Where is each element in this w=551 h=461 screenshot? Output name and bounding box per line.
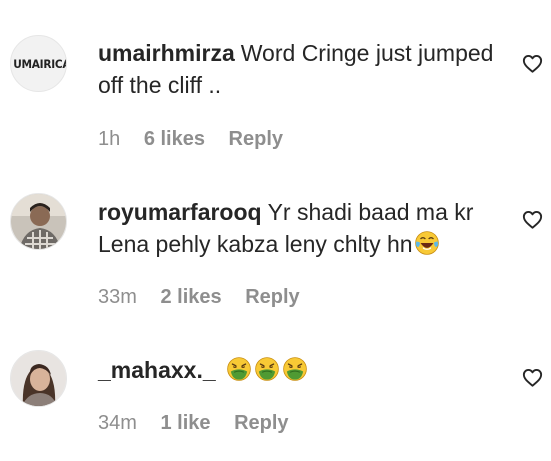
comment-meta: 1h 6 likes Reply [98, 128, 301, 151]
comment-body: royumarfarooq Yr shadi baad ma kr Lena pe… [98, 196, 518, 260]
comment-username[interactable]: umairhmirza [98, 40, 235, 66]
nauseated-face-icon [282, 357, 307, 381]
heart-outline-icon[interactable] [522, 368, 543, 387]
avatar-photo [11, 194, 66, 249]
heart-outline-icon[interactable] [522, 210, 543, 229]
avatar[interactable] [10, 350, 67, 407]
comment-likes[interactable]: 6 likes [144, 128, 205, 150]
nauseated-face-icon [254, 357, 279, 381]
avatar-logo-text: UMAIRICA [13, 57, 67, 71]
heart-outline-icon[interactable] [522, 54, 543, 73]
avatar[interactable]: UMAIRICA [10, 35, 67, 92]
comment-time[interactable]: 33m [98, 286, 137, 308]
comment-likes[interactable]: 1 like [160, 412, 210, 434]
comment-time[interactable]: 1h [98, 128, 120, 150]
reply-button[interactable]: Reply [245, 286, 299, 308]
avatar-photo [11, 351, 66, 406]
reply-button[interactable]: Reply [234, 412, 288, 434]
comment-time[interactable]: 34m [98, 412, 137, 434]
comment-username[interactable]: royumarfarooq [98, 199, 262, 225]
face-with-tears-of-joy-icon [414, 231, 439, 255]
comment-body: _mahaxx._ [98, 354, 508, 386]
comment-username[interactable]: _mahaxx._ [98, 357, 216, 383]
comment-body: umairhmirza Word Cringe just jumped off t… [98, 37, 508, 101]
nauseated-face-icon [226, 357, 251, 381]
avatar[interactable] [10, 193, 67, 250]
comment-meta: 34m 1 like Reply [98, 412, 307, 435]
comment-meta: 33m 2 likes Reply [98, 286, 318, 309]
comment-likes[interactable]: 2 likes [160, 286, 221, 308]
reply-button[interactable]: Reply [229, 128, 283, 150]
